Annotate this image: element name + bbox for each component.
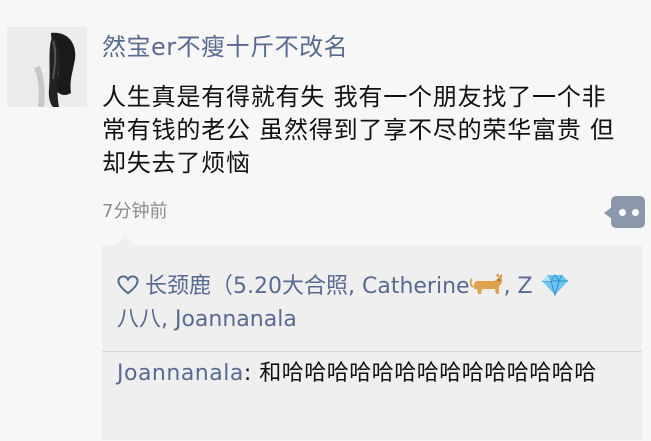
comment-item[interactable]: Joannanala: 和哈哈哈哈哈哈哈哈哈哈哈哈哈哈 [117, 358, 627, 390]
cat-emoji-icon [469, 273, 502, 294]
comment-author[interactable]: Joannanala [117, 361, 244, 386]
panel-caret [116, 236, 134, 245]
likes-text-1[interactable]: 长颈鹿（5.20大合照, Catherine [145, 274, 470, 299]
interaction-panel: 长颈鹿（5.20大合照, Catherine , Z 八八, Joannanal… [102, 236, 642, 440]
avatar[interactable] [7, 27, 87, 107]
diamond-emoji-icon [541, 274, 568, 297]
post-username[interactable]: 然宝er不瘦十斤不改名 [102, 33, 348, 61]
post-timestamp: 7分钟前 [102, 201, 168, 222]
comment-text: 和哈哈哈哈哈哈哈哈哈哈哈哈哈哈 [259, 361, 597, 386]
post-content: 人生真是有得就有失 我有一个朋友找了一个非常有钱的老公 虽然得到了享不尽的荣华富… [102, 83, 615, 177]
likes-text-2[interactable]: , Z [504, 274, 533, 299]
comment-separator: : [243, 361, 260, 386]
more-comment-icon[interactable] [603, 196, 645, 230]
heart-outline-icon [117, 275, 139, 295]
likes-list: 长颈鹿（5.20大合照, Catherine , Z 八八, Joannanal… [117, 270, 627, 336]
likes-text-3[interactable]: 八八, Joannanala [117, 307, 297, 332]
panel-divider [102, 351, 642, 352]
